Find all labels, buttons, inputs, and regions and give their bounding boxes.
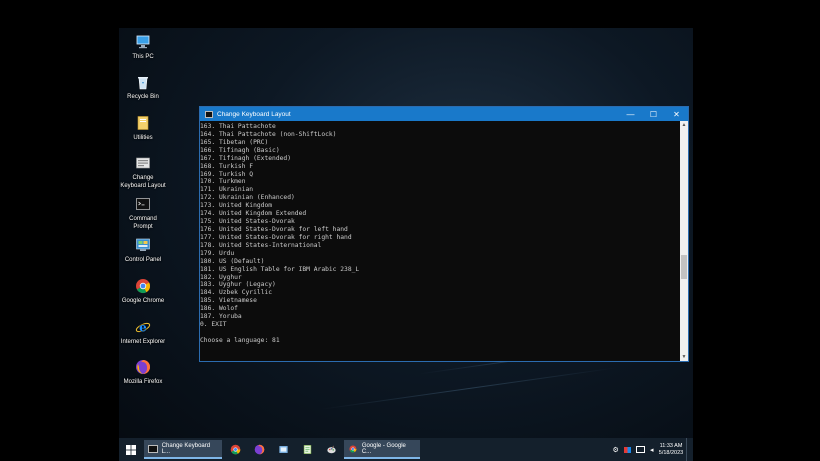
desktop-icon-label: Mozilla Firefox — [123, 379, 163, 385]
keyboard-shortcut-icon — [135, 155, 151, 171]
scroll-down-arrow-icon[interactable]: ▼ — [680, 353, 688, 361]
firefox-icon — [135, 359, 151, 375]
console-line: 173. United Kingdom — [200, 202, 273, 210]
scroll-up-arrow-icon[interactable]: ▲ — [680, 121, 688, 129]
console-line: 180. US (Default) — [200, 257, 265, 265]
desktop-icon-label: Recycle Bin — [127, 94, 159, 100]
console-line: 186. Wolof — [200, 305, 238, 313]
desktop-icon-label: Change Keyboard Layout — [120, 175, 166, 189]
taskbar-pin-notepad[interactable] — [295, 438, 319, 461]
terminal-icon — [135, 196, 151, 212]
console-line: 181. US English Table for IBM Arabic 238… — [200, 265, 360, 273]
scrollbar-thumb[interactable] — [681, 255, 687, 279]
maximize-button[interactable]: ☐ — [642, 107, 665, 121]
start-button[interactable] — [119, 438, 143, 461]
console-line: 176. United States-Dvorak for left hand — [200, 225, 348, 233]
console-line: 184. Uzbek Cyrillic — [200, 289, 273, 297]
notepad-icon — [303, 445, 311, 454]
clock[interactable]: 11:33 AM 5/18/2023 — [656, 438, 686, 461]
console-line: 0. EXIT — [200, 321, 227, 329]
taskbar-item-label: Google - Google C... — [361, 442, 406, 455]
minimize-button[interactable]: — — [619, 107, 642, 121]
taskbar: Change Keyboard L... Google - Google C..… — [119, 438, 693, 461]
window-title: Change Keyboard Layout — [217, 110, 291, 118]
console-line: 174. United Kingdom Extended — [200, 210, 307, 218]
desktop-icon-label: Utilities — [133, 135, 153, 141]
desktop-icon-label: Control Panel — [124, 257, 162, 263]
desktop-icon-label: Command Prompt — [129, 216, 157, 230]
desktop-icon-utilities[interactable]: Utilities — [119, 115, 167, 142]
console-line: 185. Vietnamese — [200, 297, 257, 305]
console-line: 167. Tifinagh (Extended) — [200, 154, 291, 162]
console-line: 182. Uyghur — [200, 273, 242, 281]
network-status-icon: ⚙ — [612, 446, 619, 454]
window-titlebar[interactable]: Change Keyboard Layout — ☐ ✕ — [200, 107, 688, 121]
console-line: 169. Turkish Q — [200, 170, 254, 178]
desktop-icon-label: This PC — [132, 54, 154, 60]
close-button[interactable]: ✕ — [665, 107, 688, 121]
control-panel-icon — [135, 237, 151, 253]
display-icon — [635, 446, 645, 453]
console-app-icon — [205, 110, 213, 118]
desktop-icon-google-chrome[interactable]: Google Chrome — [119, 278, 167, 305]
taskbar-pin-firefox[interactable] — [247, 438, 271, 461]
desktop-icon-change-keyboard-layout[interactable]: Change Keyboard Layout — [119, 155, 167, 190]
console-output[interactable]: 163. Thai Pattachote 164. Thai Pattachote… — [200, 121, 680, 361]
desktop-icon-label: Google Chrome — [121, 298, 165, 304]
taskbar-pin-file-explorer[interactable] — [271, 438, 295, 461]
file-explorer-icon — [278, 446, 288, 453]
console-line: Choose a language: 81 — [200, 336, 280, 344]
taskbar-item-google-chrome[interactable]: Google - Google C... — [344, 440, 420, 459]
firefox-icon — [254, 444, 264, 455]
console-line: 172. Ukrainian (Enhanced) — [200, 194, 295, 202]
clock-time: 11:33 AM — [659, 442, 683, 449]
console-line: 175. United States-Dvorak — [200, 218, 295, 226]
internet-explorer-icon: e — [135, 319, 151, 335]
console-line: 177. United States-Dvorak for right hand — [200, 233, 352, 241]
chrome-icon — [135, 278, 151, 294]
clock-date: 5/18/2023 — [658, 449, 684, 456]
paint-icon — [326, 445, 336, 454]
desktop-icon-this-pc[interactable]: This PC — [119, 34, 167, 61]
chrome-icon — [349, 445, 357, 453]
flag-icon — [623, 446, 631, 453]
taskbar-pin-paint[interactable] — [319, 438, 343, 461]
console-line: 179. Urdu — [200, 249, 235, 257]
recycle-bin-icon — [135, 74, 151, 90]
console-line: 168. Turkish F — [200, 162, 254, 170]
chrome-icon — [230, 444, 240, 455]
desktop-icon-internet-explorer[interactable]: e Internet Explorer — [119, 319, 167, 346]
console-window[interactable]: Change Keyboard Layout — ☐ ✕ 163. Thai P… — [200, 107, 688, 361]
taskbar-item-change-keyboard-layout[interactable]: Change Keyboard L... — [144, 440, 222, 459]
console-line: 164. Thai Pattachote (non-ShiftLock) — [200, 130, 337, 138]
console-line: 170. Turkmen — [200, 178, 246, 186]
console-line: 187. Yoruba — [200, 313, 242, 321]
console-line: 178. United States-International — [200, 241, 322, 249]
system-tray[interactable]: ⚙ ◂ — [610, 438, 656, 461]
console-line: 166. Tifinagh (Basic) — [200, 146, 280, 154]
desktop-icon-mozilla-firefox[interactable]: Mozilla Firefox — [119, 359, 167, 386]
console-line: 165. Tibetan (PRC) — [200, 138, 269, 146]
svg-text:e: e — [139, 321, 147, 335]
taskbar-item-label: Change Keyboard L... — [161, 442, 211, 455]
show-desktop-button[interactable] — [686, 438, 693, 461]
taskbar-pin-chrome[interactable] — [223, 438, 247, 461]
console-line: 171. Ukrainian — [200, 186, 254, 194]
desktop-icon-recycle-bin[interactable]: Recycle Bin — [119, 74, 167, 101]
windows-logo-icon — [126, 444, 136, 455]
volume-icon: ◂ — [649, 446, 654, 454]
desktop-icon-command-prompt[interactable]: Command Prompt — [119, 196, 167, 231]
desktop-icon-label: Internet Explorer — [120, 339, 166, 345]
folder-icon — [135, 115, 151, 131]
terminal-icon — [148, 444, 158, 453]
console-line: 163. Thai Pattachote — [200, 123, 276, 130]
desktop-icon-control-panel[interactable]: Control Panel — [119, 237, 167, 264]
computer-icon — [135, 34, 151, 50]
console-line: 183. Uyghur (Legacy) — [200, 281, 276, 289]
vertical-scrollbar[interactable]: ▲ ▼ — [680, 121, 688, 361]
